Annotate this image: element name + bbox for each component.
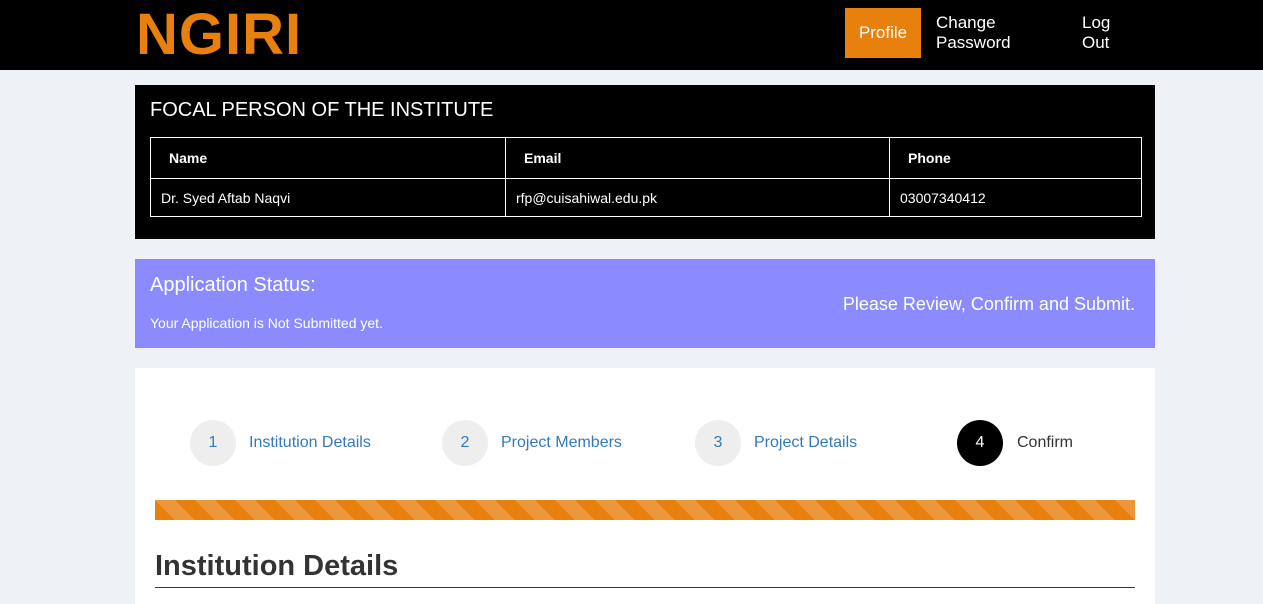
application-wizard-panel: 1 Institution Details 2 Project Members … [135, 368, 1155, 604]
focal-person-panel: FOCAL PERSON OF THE INSTITUTE Name Email… [135, 85, 1155, 239]
wizard-step-confirm[interactable]: 4 Confirm [957, 420, 1073, 466]
main-nav: Profile Change Password Log Out [845, 8, 1155, 58]
column-header-phone: Phone [889, 137, 1142, 179]
application-status-message: Please Review, Confirm and Submit. [842, 294, 1135, 314]
table-row: Dr. Syed Aftab Naqvi rfp@cuisahiwal.edu.… [150, 178, 1142, 217]
step-label: Institution Details [249, 434, 371, 451]
wizard-step-project-details[interactable]: 3 Project Details [695, 420, 857, 466]
top-navbar: NGIRI Profile Change Password Log Out [0, 0, 1263, 70]
cell-name: Dr. Syed Aftab Naqvi [150, 178, 506, 217]
site-logo[interactable]: NGIRI [136, 4, 302, 66]
step-number-badge: 4 [957, 420, 1003, 466]
column-header-name: Name [150, 137, 506, 179]
step-number-badge: 1 [190, 420, 236, 466]
cell-email: rfp@cuisahiwal.edu.pk [505, 178, 890, 217]
cell-phone: 03007340412 [889, 178, 1142, 217]
column-header-email: Email [505, 137, 890, 179]
wizard-step-project-members[interactable]: 2 Project Members [442, 420, 622, 466]
table-header-row: Name Email Phone [150, 137, 1142, 179]
step-number-badge: 2 [442, 420, 488, 466]
application-status-title: Application Status: [150, 274, 316, 296]
section-title: Institution Details [155, 550, 399, 582]
nav-profile-link[interactable]: Profile [845, 8, 921, 58]
focal-person-table: Name Email Phone Dr. Syed Aftab Naqvi rf… [150, 137, 1142, 217]
step-label: Project Members [501, 434, 622, 451]
step-label: Confirm [1017, 434, 1074, 451]
step-number-badge: 3 [695, 420, 741, 466]
wizard-progress-bar [155, 500, 1135, 520]
nav-change-password-link[interactable]: Change Password [921, 8, 1067, 58]
focal-person-title: FOCAL PERSON OF THE INSTITUTE [150, 99, 494, 121]
application-status-panel: Application Status: Your Application is … [135, 259, 1155, 348]
nav-log-out-link[interactable]: Log Out [1067, 8, 1155, 58]
section-divider [155, 587, 1135, 588]
step-label: Project Details [754, 434, 858, 451]
wizard-step-institution-details[interactable]: 1 Institution Details [190, 420, 371, 466]
application-status-subtitle: Your Application is Not Submitted yet. [150, 315, 383, 331]
